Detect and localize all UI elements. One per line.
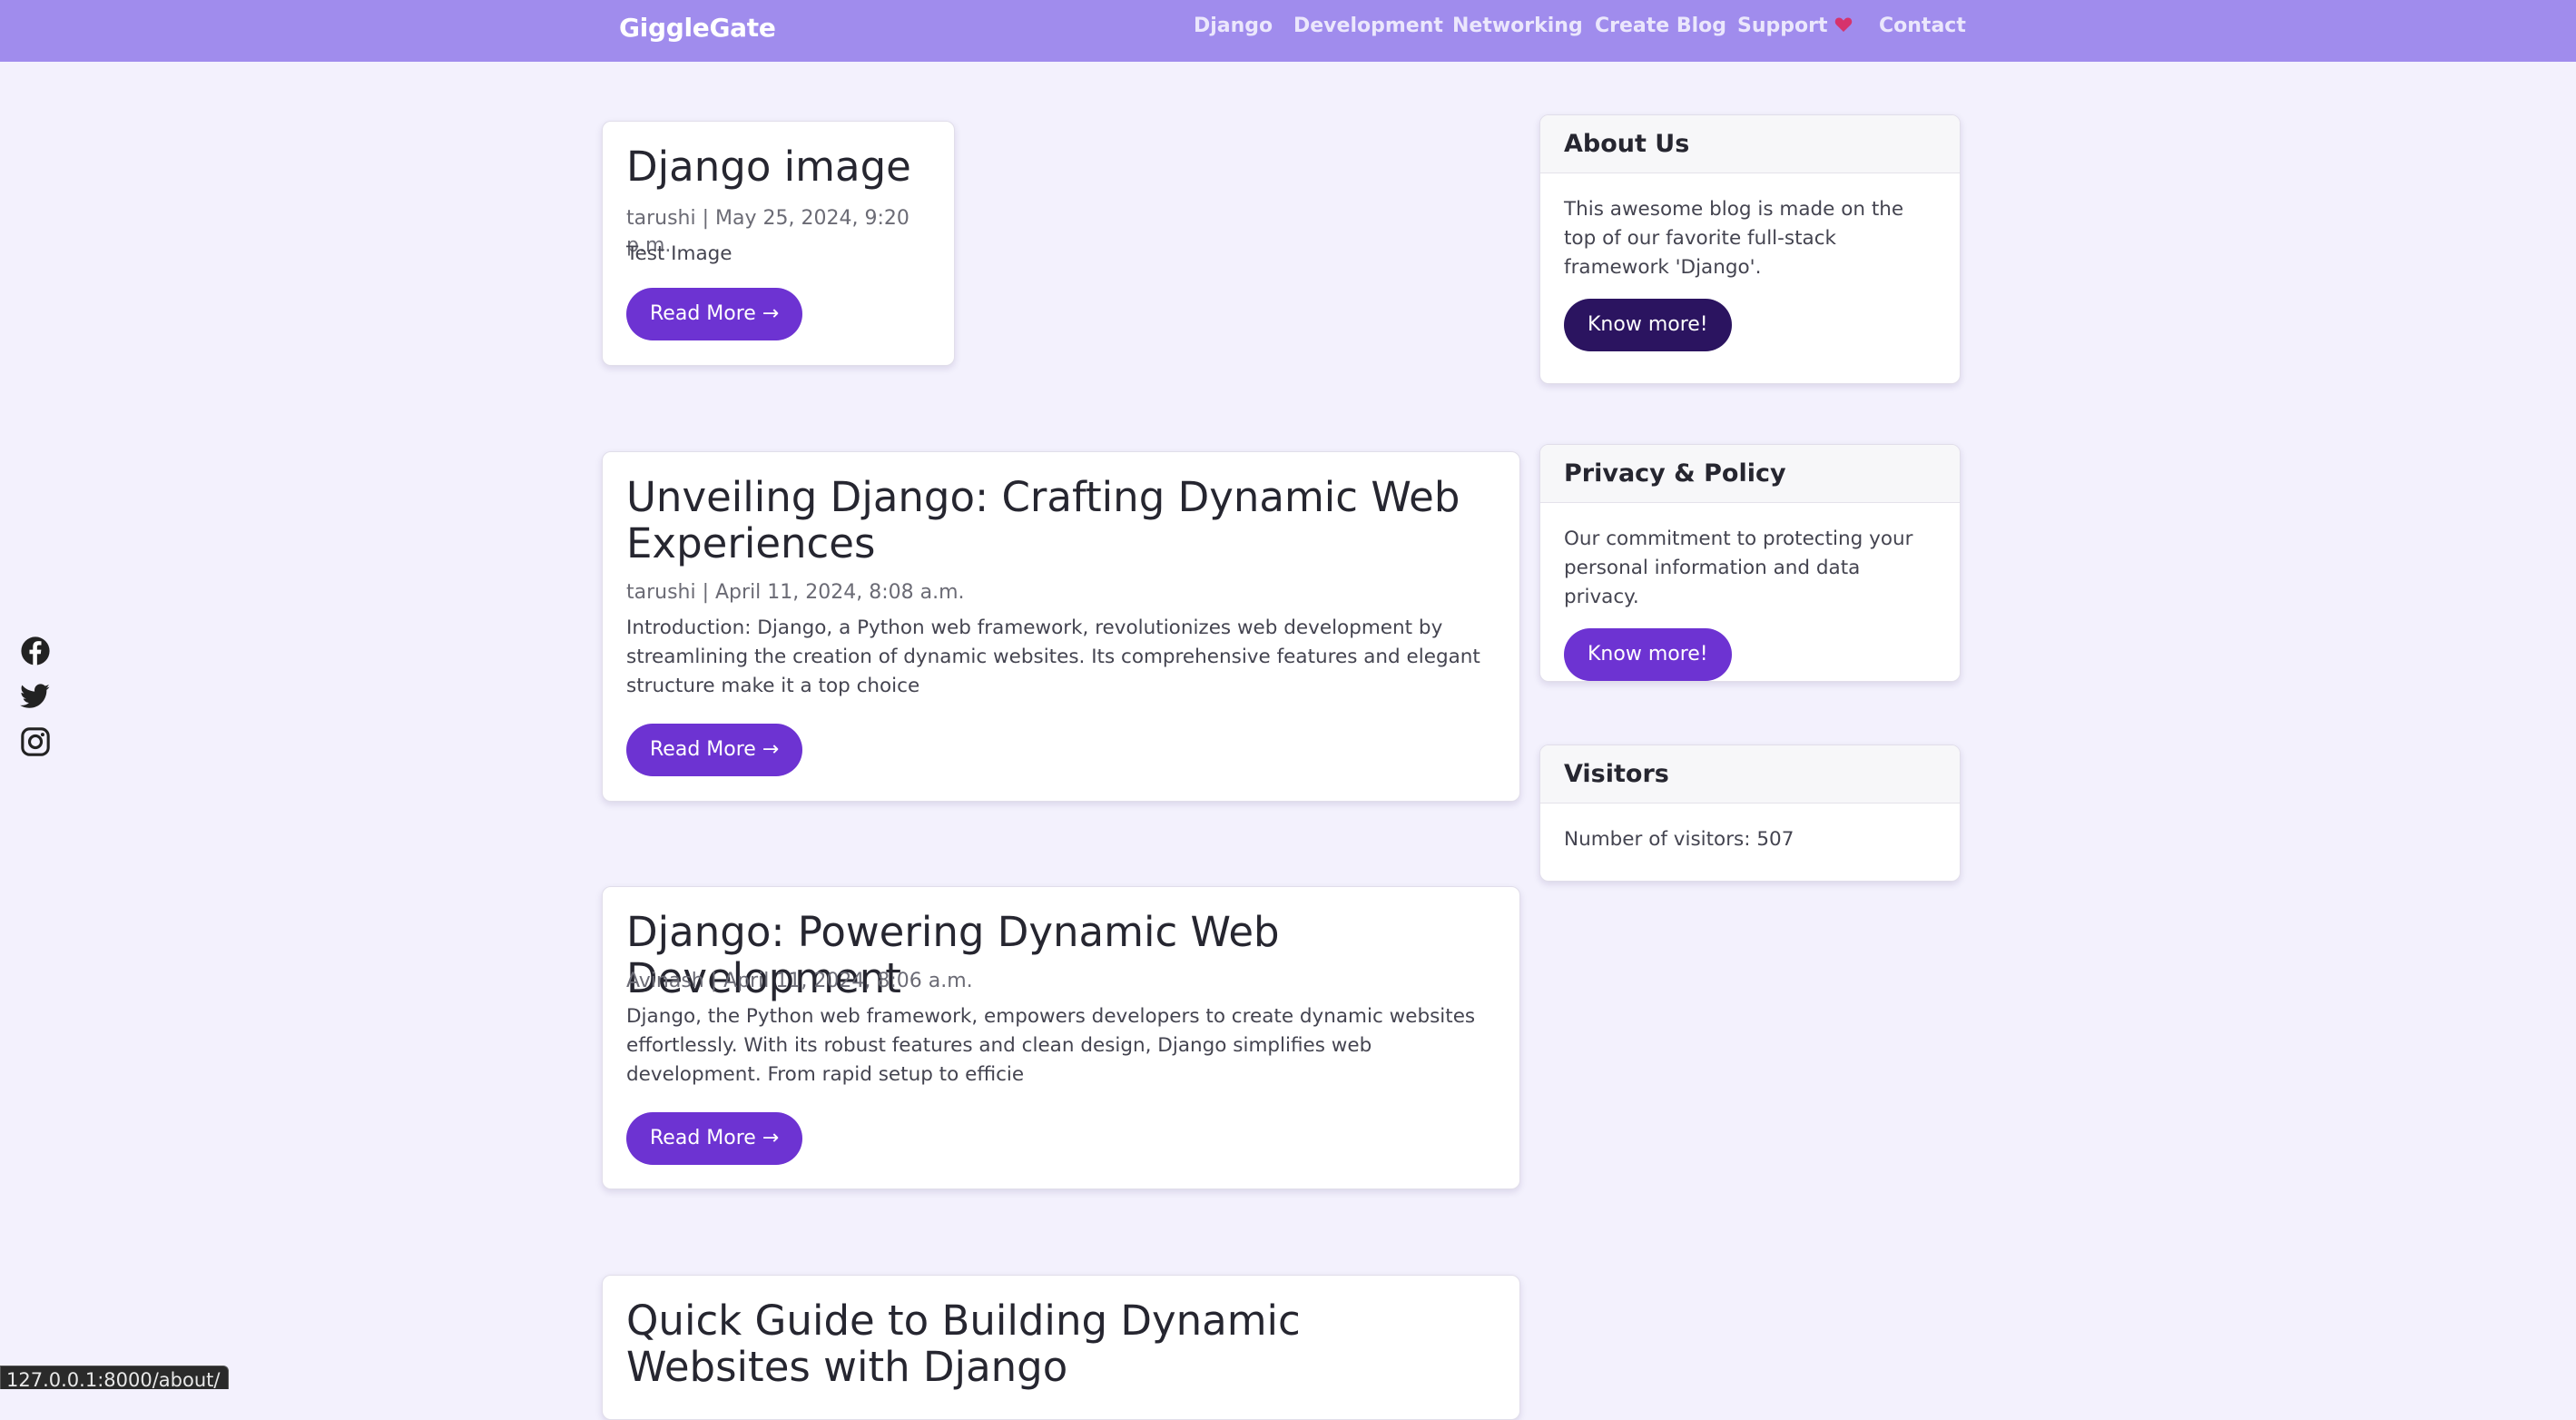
about-text: This awesome blog is made on the top of … bbox=[1564, 198, 1904, 279]
visitors-card: Visitors Number of visitors: 507 bbox=[1539, 745, 1961, 882]
about-body: This awesome blog is made on the top of … bbox=[1540, 173, 1960, 351]
nav-link-development[interactable]: Development bbox=[1293, 15, 1443, 37]
nav-link-contact[interactable]: Contact bbox=[1879, 15, 1966, 37]
post-excerpt: Introduction: Django, a Python web frame… bbox=[626, 616, 1480, 697]
nav-link-networking[interactable]: Networking bbox=[1452, 15, 1583, 37]
post-excerpt: Test Image bbox=[626, 242, 732, 265]
nav-link-support[interactable]: Support bbox=[1737, 15, 1853, 37]
post-card: Unveiling Django: Crafting Dynamic Web E… bbox=[602, 451, 1520, 802]
heart-icon bbox=[1835, 17, 1853, 32]
visitors-body: Number of visitors: 507 bbox=[1540, 804, 1960, 854]
post-title[interactable]: Django image bbox=[626, 143, 930, 190]
post-card: Quick Guide to Building Dynamic Websites… bbox=[602, 1275, 1520, 1420]
read-more-button[interactable]: Read More → bbox=[626, 724, 803, 776]
post-meta: Avinash | April 11, 2024, 8:06 a.m. bbox=[626, 970, 973, 992]
privacy-body: Our commitment to protecting your person… bbox=[1540, 503, 1960, 681]
instagram-icon[interactable] bbox=[20, 726, 51, 757]
post-title[interactable]: Unveiling Django: Crafting Dynamic Web E… bbox=[626, 474, 1496, 567]
about-title: About Us bbox=[1540, 115, 1960, 173]
privacy-text: Our commitment to protecting your person… bbox=[1564, 528, 1913, 608]
post-card: Django image tarushi | May 25, 2024, 9:2… bbox=[602, 121, 955, 366]
post-meta: tarushi | April 11, 2024, 8:08 a.m. bbox=[626, 581, 965, 604]
twitter-icon[interactable] bbox=[20, 681, 51, 712]
post-card: Django: Powering Dynamic Web Development… bbox=[602, 886, 1520, 1189]
visitors-title: Visitors bbox=[1540, 745, 1960, 804]
post-title[interactable]: Quick Guide to Building Dynamic Websites… bbox=[626, 1297, 1496, 1390]
know-more-button[interactable]: Know more! bbox=[1564, 299, 1732, 351]
nav-link-django[interactable]: Django bbox=[1194, 15, 1273, 37]
visitors-count: Number of visitors: 507 bbox=[1564, 828, 1794, 851]
privacy-title: Privacy & Policy bbox=[1540, 445, 1960, 503]
link-status-bar: 127.0.0.1:8000/about/ bbox=[0, 1366, 229, 1389]
know-more-button[interactable]: Know more! bbox=[1564, 628, 1732, 681]
facebook-icon[interactable] bbox=[20, 636, 51, 666]
about-card: About Us This awesome blog is made on th… bbox=[1539, 114, 1961, 384]
post-excerpt: Django, the Python web framework, empowe… bbox=[626, 1005, 1476, 1086]
read-more-button[interactable]: Read More → bbox=[626, 1112, 803, 1165]
privacy-card: Privacy & Policy Our commitment to prote… bbox=[1539, 444, 1961, 682]
read-more-button[interactable]: Read More → bbox=[626, 288, 803, 340]
nav-link-support-label: Support bbox=[1737, 15, 1828, 37]
brand-logo[interactable]: GiggleGate bbox=[619, 13, 776, 43]
navbar: GiggleGate Django Development Networking… bbox=[0, 0, 2576, 62]
nav-link-create-blog[interactable]: Create Blog bbox=[1595, 15, 1726, 37]
